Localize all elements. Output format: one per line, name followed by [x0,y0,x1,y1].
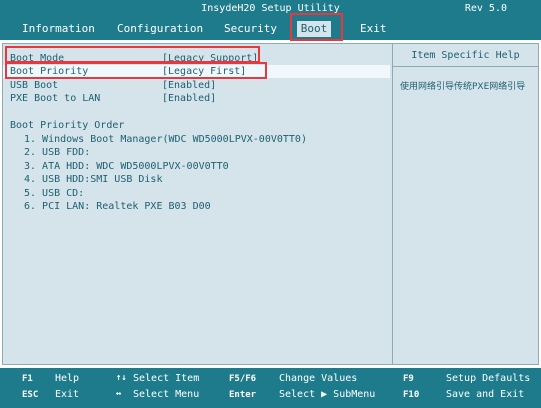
boot-order-item[interactable]: 5. USB CD: [24,187,84,200]
setting-value[interactable]: [Legacy First] [162,65,246,78]
key-updown-desc: Select Item [133,373,200,384]
setting-value[interactable]: [Legacy Support] [162,52,258,65]
boot-order-heading: Boot Priority Order [10,120,125,131]
tab-exit[interactable]: Exit [360,21,387,37]
key-f9-desc: Setup Defaults [446,373,531,384]
arrow-updown-icon: ↑↓ [116,373,127,383]
key-f10-desc: Save and Exit [446,389,525,400]
title-bar: InsydeH20 Setup Utility Rev 5.0 [0,0,541,18]
setting-label: Boot Priority [10,66,89,77]
help-text: 使用网络引导传统PXE网络引导 [400,82,526,92]
footer-help-bar: F1 Help ↑↓ Select Item F5/F6 Change Valu… [0,368,541,408]
setting-value[interactable]: [Enabled] [162,92,216,105]
setting-label: PXE Boot to LAN [10,93,101,104]
setting-label: USB Boot [10,80,59,91]
key-f9: F9 [403,374,414,384]
boot-order-item[interactable]: 2. USB FDD: [24,146,90,159]
key-f1: F1 [22,374,33,384]
key-f10: F10 [403,390,420,400]
help-divider [392,66,538,67]
menu-bar: Information Configuration Security Boot … [0,18,541,40]
key-esc-desc: Exit [55,389,80,400]
boot-order-item[interactable]: 4. USB HDD:SMI USB Disk [24,173,162,186]
window-title: InsydeH20 Setup Utility [201,3,340,14]
key-leftright-desc: Select Menu [133,389,200,400]
boot-order-item[interactable]: 1. Windows Boot Manager(WDC WD5000LPVX-0… [24,133,307,146]
key-f5f6-desc: Change Values [279,373,358,384]
key-enter: Enter [229,390,257,400]
key-f5f6: F5/F6 [229,374,257,384]
tab-boot[interactable]: Boot [297,21,331,37]
tab-configuration[interactable]: Configuration [117,21,203,37]
tab-security[interactable]: Security [224,21,277,37]
setting-label: Boot Mode [10,53,65,64]
key-esc: ESC [22,390,39,400]
help-title: Item Specific Help [411,50,520,61]
key-f1-desc: Help [55,373,80,384]
arrow-leftright-icon: ↔ [116,389,122,399]
setting-value[interactable]: [Enabled] [162,79,216,92]
revision-label: Rev 5.0 [464,3,507,14]
boot-order-item[interactable]: 6. PCI LAN: Realtek PXE B03 D00 [24,200,211,213]
boot-order-item[interactable]: 3. ATA HDD: WDC WD5000LPVX-00V0TT0 [24,160,229,173]
key-enter-desc: Select ▶ SubMenu [279,389,376,400]
bios-setup-screen: InsydeH20 Setup Utility Rev 5.0 Informat… [0,0,541,408]
tab-information[interactable]: Information [22,21,95,37]
